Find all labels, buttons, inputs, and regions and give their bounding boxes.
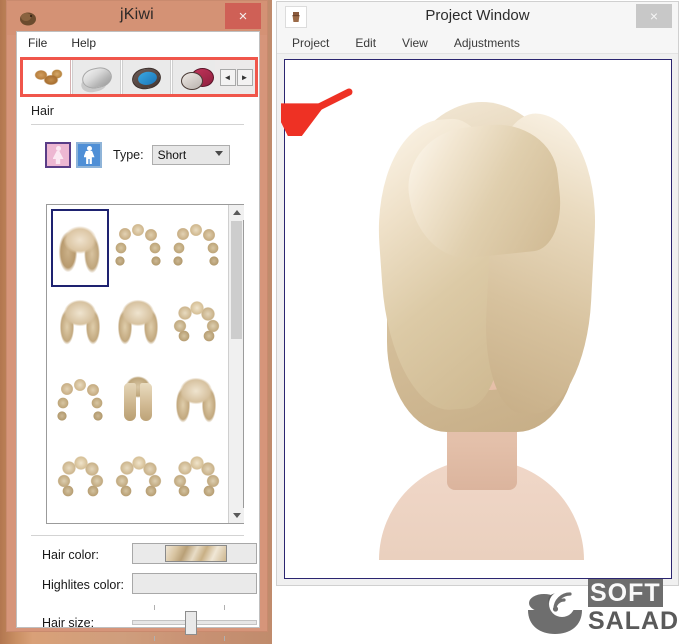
- hair-style-item[interactable]: [167, 287, 225, 365]
- category-tabstrip: ◄ ►: [22, 59, 256, 95]
- hair-style-item[interactable]: [51, 209, 109, 287]
- watermark-line2: SALAD: [588, 607, 679, 635]
- female-figure-icon: [53, 146, 64, 164]
- watermark: SOFT SALAD: [524, 576, 679, 642]
- jkiwi-window: jKiwi × File Help: [6, 0, 268, 632]
- tab-eyeshadow[interactable]: [122, 59, 171, 95]
- project-canvas[interactable]: [284, 59, 672, 579]
- gender-male-button[interactable]: [76, 142, 102, 168]
- watermark-text: SOFT SALAD: [588, 579, 679, 635]
- gender-and-type-row: Type: Short: [45, 142, 230, 168]
- hair-style-item[interactable]: [51, 364, 109, 442]
- type-dropdown-value: Short: [158, 148, 187, 162]
- hair-style-item[interactable]: [167, 442, 225, 520]
- highlites-color-label: Highlites color:: [42, 578, 124, 592]
- hair-color-swatch[interactable]: [165, 545, 227, 562]
- watermark-line1: SOFT: [588, 579, 663, 607]
- project-window-menubar: Project Edit View Adjustments: [277, 32, 678, 54]
- tab-blush[interactable]: [172, 59, 221, 95]
- tab-prev-button[interactable]: ◄: [220, 69, 236, 86]
- red-blush-icon: [177, 64, 217, 92]
- hair-style-item[interactable]: [167, 209, 225, 287]
- hair-color-label: Hair color:: [42, 548, 99, 562]
- hair-style-item[interactable]: [109, 364, 167, 442]
- project-window-title-text: Project Window: [277, 7, 678, 24]
- menu-item-help[interactable]: Help: [68, 34, 99, 52]
- menu-item-file[interactable]: File: [25, 34, 50, 52]
- hair-style-item[interactable]: [167, 364, 225, 442]
- menu-item-view[interactable]: View: [399, 34, 431, 52]
- divider-top: [31, 124, 244, 125]
- divider-middle: [31, 535, 244, 536]
- gender-female-button[interactable]: [45, 142, 71, 168]
- menu-item-edit[interactable]: Edit: [352, 34, 379, 52]
- tab-nav-group: ◄ ►: [215, 59, 257, 95]
- scrollbar-thumb[interactable]: [231, 221, 242, 339]
- menu-item-project[interactable]: Project: [289, 34, 332, 52]
- hair-style-item[interactable]: [109, 209, 167, 287]
- tab-next-button[interactable]: ►: [237, 69, 253, 86]
- jkiwi-titlebar[interactable]: jKiwi ×: [7, 1, 267, 35]
- hair-style-item[interactable]: [109, 442, 167, 520]
- panel-section-title: Hair: [31, 104, 54, 118]
- hair-style-grid-inner: [47, 205, 229, 523]
- hair-size-slider[interactable]: [132, 603, 257, 643]
- menu-item-adjustments[interactable]: Adjustments: [451, 34, 523, 52]
- tab-powder[interactable]: [72, 59, 121, 95]
- hair-size-label: Hair size:: [42, 616, 94, 630]
- project-window-titlebar[interactable]: Project Window ×: [277, 2, 678, 32]
- tab-hair[interactable]: [22, 59, 71, 95]
- hair-thumbnail-icon: [27, 64, 67, 92]
- hair-style-grid[interactable]: [46, 204, 244, 524]
- portrait-preview: [351, 80, 611, 550]
- hair-color-field[interactable]: [132, 543, 257, 564]
- hair-style-item[interactable]: [51, 287, 109, 365]
- jkiwi-menubar: File Help: [17, 32, 259, 54]
- hair-style-item[interactable]: [51, 442, 109, 520]
- scroll-down-icon[interactable]: [229, 508, 244, 523]
- slider-thumb[interactable]: [185, 611, 197, 635]
- hair-style-item[interactable]: [109, 287, 167, 365]
- slider-tick: [224, 605, 225, 610]
- highlites-color-field[interactable]: [132, 573, 257, 594]
- project-window: Project Window × Project Edit View Adjus…: [276, 1, 679, 586]
- type-dropdown[interactable]: Short: [152, 145, 230, 165]
- jkiwi-close-button[interactable]: ×: [225, 3, 261, 29]
- scroll-up-icon[interactable]: [229, 205, 244, 220]
- slider-tick: [154, 636, 155, 641]
- type-label: Type:: [113, 148, 144, 162]
- slider-tick: [224, 636, 225, 641]
- screen: jKiwi × File Help: [0, 0, 683, 644]
- project-window-close-button[interactable]: ×: [636, 4, 672, 28]
- male-figure-icon: [84, 146, 95, 164]
- hair-grid-scrollbar[interactable]: [228, 205, 243, 523]
- powder-compact-icon: [77, 64, 117, 92]
- chevron-down-icon: [215, 151, 223, 156]
- salad-bowl-wifi-icon: [524, 576, 586, 638]
- slider-tick: [154, 605, 155, 610]
- blue-eyeshadow-icon: [127, 64, 167, 92]
- jkiwi-client-area: File Help ◄ ►: [16, 31, 260, 628]
